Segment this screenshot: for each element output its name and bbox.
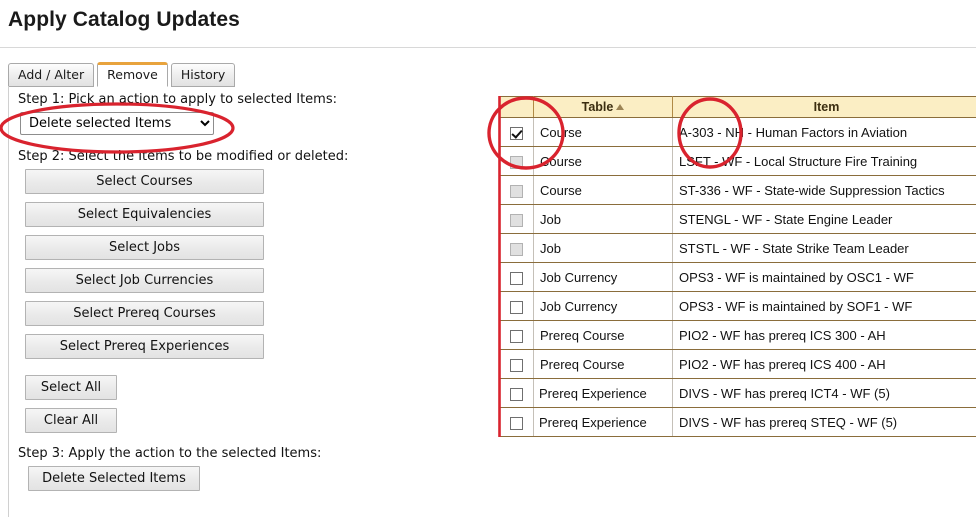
items-table-head: Table Item	[499, 96, 976, 118]
row-select-cell[interactable]	[499, 378, 534, 408]
select-job-currencies-button[interactable]: Select Job Currencies	[25, 268, 264, 293]
table-row: Job Currency OPS3 - WF is maintained by S…	[499, 291, 976, 321]
row-select-cell[interactable]	[499, 291, 534, 321]
table-row: Job STENGL - WF - State Engine Leader	[499, 204, 976, 234]
row-item-cell: PIO2 - WF has prereq ICS 300 - AH	[672, 320, 976, 350]
column-header-item-label: Item	[813, 100, 840, 114]
checkbox-disabled-icon	[510, 242, 523, 256]
column-header-table[interactable]: Table	[533, 96, 673, 118]
items-table-container: Table Item Course A-303 - NH - Human Fact…	[499, 96, 976, 437]
items-table: Table Item Course A-303 - NH - Human Fact…	[499, 96, 976, 437]
row-table-cell: Prereq Experience	[533, 378, 673, 408]
items-table-body: Course A-303 - NH - Human Factors in Avia…	[499, 117, 976, 437]
tab-history[interactable]: History	[170, 63, 236, 87]
select-all-button[interactable]: Select All	[25, 375, 117, 400]
table-row: Prereq Course PIO2 - WF has prereq ICS 30…	[499, 320, 976, 350]
checkbox-checked-icon[interactable]	[510, 126, 523, 140]
table-row: Prereq Experience DIVS - WF has prereq IC…	[499, 378, 976, 408]
step2-label: Step 2: Select the Items to be modified …	[18, 149, 349, 164]
step3-label: Step 3: Apply the action to the selected…	[18, 446, 322, 461]
title-divider	[0, 47, 976, 48]
row-item-cell: DIVS - WF has prereq STEQ - WF (5)	[672, 407, 976, 437]
table-row: Course LSFT - WF - Local Structure Fire T…	[499, 146, 976, 176]
row-table-cell: Job Currency	[533, 291, 673, 321]
table-row: Course A-303 - NH - Human Factors in Avia…	[499, 117, 976, 147]
row-table-cell: Job Currency	[533, 262, 673, 292]
row-item-cell: OPS3 - WF is maintained by SOF1 - WF	[672, 291, 976, 321]
checkbox-disabled-icon	[510, 155, 523, 169]
row-table-cell: Prereq Course	[533, 320, 673, 350]
select-equivalencies-button[interactable]: Select Equivalencies	[25, 202, 264, 227]
table-row: Job STSTL - WF - State Strike Team Leader	[499, 233, 976, 263]
column-header-select	[499, 96, 534, 118]
row-item-cell: OPS3 - WF is maintained by OSC1 - WF	[672, 262, 976, 292]
clear-all-button[interactable]: Clear All	[25, 408, 117, 433]
checkbox-unchecked-icon[interactable]	[510, 271, 523, 285]
select-courses-button[interactable]: Select Courses	[25, 169, 264, 194]
row-item-cell: LSFT - WF - Local Structure Fire Trainin…	[672, 146, 976, 176]
row-table-cell: Prereq Experience	[533, 407, 673, 437]
row-table-cell: Prereq Course	[533, 349, 673, 379]
row-table-cell: Course	[533, 146, 673, 176]
tab-remove[interactable]: Remove	[97, 62, 168, 87]
page-title: Apply Catalog Updates	[8, 8, 240, 31]
row-select-cell[interactable]	[499, 175, 534, 205]
row-item-cell: STSTL - WF - State Strike Team Leader	[672, 233, 976, 263]
row-select-cell[interactable]	[499, 146, 534, 176]
row-item-cell: A-303 - NH - Human Factors in Aviation	[672, 117, 976, 147]
checkbox-unchecked-icon[interactable]	[510, 329, 523, 343]
checkbox-disabled-icon	[510, 213, 523, 227]
table-row: Job Currency OPS3 - WF is maintained by O…	[499, 262, 976, 292]
row-table-cell: Course	[533, 175, 673, 205]
items-table-header-row: Table Item	[499, 96, 976, 118]
select-prereq-experiences-button[interactable]: Select Prereq Experiences	[25, 334, 264, 359]
row-select-cell[interactable]	[499, 349, 534, 379]
row-select-cell[interactable]	[499, 407, 534, 437]
row-item-cell: DIVS - WF has prereq ICT4 - WF (5)	[672, 378, 976, 408]
tab-strip: Add / Alter Remove History	[8, 62, 236, 87]
row-table-cell: Job	[533, 233, 673, 263]
button-group-spacer	[8, 367, 478, 375]
row-item-cell: ST-336 - WF - State-wide Suppression Tac…	[672, 175, 976, 205]
checkbox-disabled-icon	[510, 184, 523, 198]
column-header-table-label: Table	[581, 100, 614, 114]
row-select-cell[interactable]	[499, 204, 534, 234]
checkbox-unchecked-icon[interactable]	[510, 387, 523, 401]
delete-selected-items-button[interactable]: Delete Selected Items	[28, 466, 200, 491]
table-row: Prereq Course PIO2 - WF has prereq ICS 40…	[499, 349, 976, 379]
select-prereq-courses-button[interactable]: Select Prereq Courses	[25, 301, 264, 326]
row-select-cell[interactable]	[499, 233, 534, 263]
table-row: Course ST-336 - WF - State-wide Suppressi…	[499, 175, 976, 205]
table-row: Prereq Experience DIVS - WF has prereq ST…	[499, 407, 976, 437]
row-select-cell[interactable]	[499, 117, 534, 147]
left-panel: Step 1: Pick an action to apply to selec…	[8, 92, 478, 491]
checkbox-unchecked-icon[interactable]	[510, 358, 523, 372]
row-item-cell: STENGL - WF - State Engine Leader	[672, 204, 976, 234]
step1-label: Step 1: Pick an action to apply to selec…	[18, 92, 338, 107]
select-jobs-button[interactable]: Select Jobs	[25, 235, 264, 260]
action-select[interactable]: Delete selected Items	[20, 112, 214, 135]
sort-ascending-icon	[616, 104, 625, 110]
row-table-cell: Job	[533, 204, 673, 234]
row-item-cell: PIO2 - WF has prereq ICS 400 - AH	[672, 349, 976, 379]
column-header-item[interactable]: Item	[672, 96, 976, 118]
row-select-cell[interactable]	[499, 262, 534, 292]
row-table-cell: Course	[533, 117, 673, 147]
checkbox-unchecked-icon[interactable]	[510, 416, 523, 430]
checkbox-unchecked-icon[interactable]	[510, 300, 523, 314]
row-select-cell[interactable]	[499, 320, 534, 350]
tab-add-alter[interactable]: Add / Alter	[8, 63, 95, 87]
